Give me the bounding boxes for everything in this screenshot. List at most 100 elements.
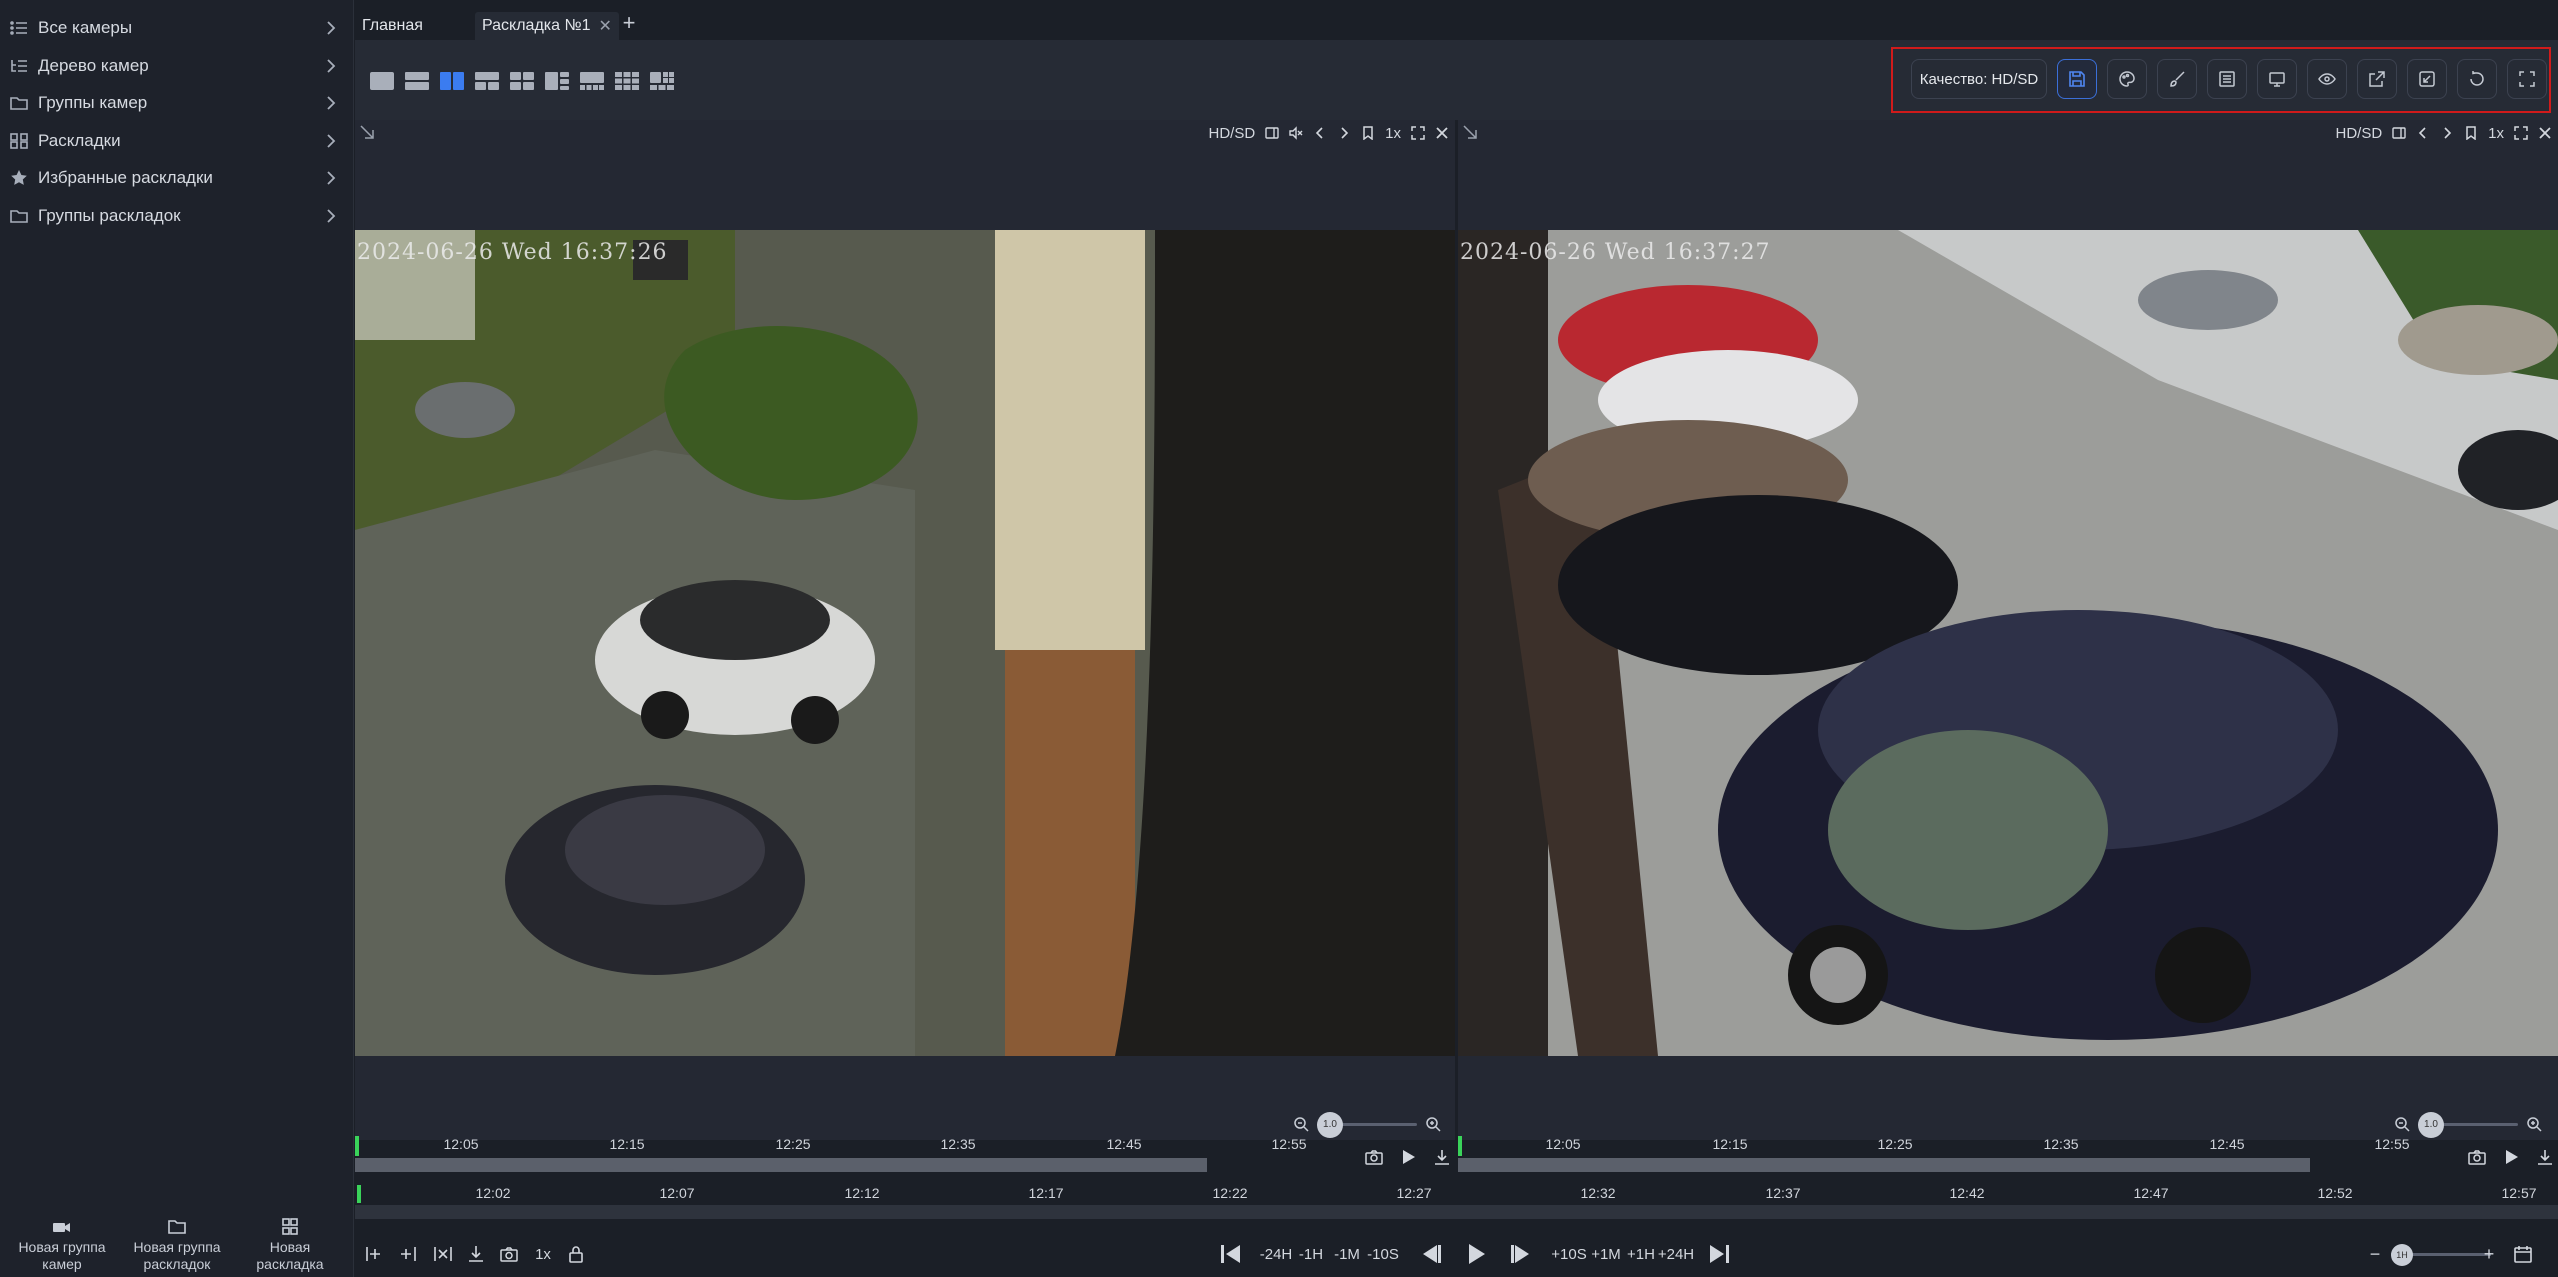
global-timeline-bar[interactable] [355,1205,2558,1219]
lock-button[interactable] [565,1242,587,1266]
chevron-left-icon[interactable] [2416,126,2430,140]
layout-2x2-icon[interactable] [509,70,535,92]
global-timeline[interactable]: 12:02 12:07 12:12 12:17 12:22 12:27 12:3… [355,1183,2558,1225]
layout-1-4-icon[interactable] [579,70,605,92]
skip-to-start-button[interactable] [1217,1239,1245,1269]
refresh-button[interactable] [2457,59,2497,99]
palette-button[interactable] [2107,59,2147,99]
new-layout-group-button[interactable]: Новая группа раскладок [122,1217,232,1277]
sidebar-item-favorite-layouts[interactable]: Избранные раскладки [0,160,354,196]
tab-home[interactable]: Главная [355,12,430,40]
download-icon[interactable] [2536,1148,2554,1166]
quality-toggle[interactable]: HD/SD [2335,125,2382,142]
fullscreen-button[interactable] [2507,59,2547,99]
expand-icon[interactable] [1411,126,1425,140]
camera-2-timeline[interactable]: 12:05 12:15 12:25 12:35 12:45 12:55 [1458,1136,2558,1174]
camera-video-feed[interactable]: 2024-06-26 Wed 16:37:27 [1458,230,2558,1056]
zoom-slider[interactable]: 1.0 [1317,1111,1417,1138]
zoom-slider[interactable]: 1.0 [2418,1111,2518,1138]
mute-icon[interactable] [1289,126,1303,140]
quality-button[interactable]: Качество: HD/SD [1911,59,2047,99]
chevron-right-icon[interactable] [2440,126,2454,140]
tab-layout-1[interactable]: Раскладка №1 ✕ [475,12,619,40]
quality-toggle[interactable]: HD/SD [1208,125,1255,142]
expand-icon[interactable] [2514,126,2528,140]
export-button[interactable] [2357,59,2397,99]
calendar-button[interactable] [2511,1242,2535,1266]
aspect-ratio-icon[interactable] [2392,126,2406,140]
zoom-out-icon[interactable] [1293,1116,1309,1132]
download-range-button[interactable] [465,1242,487,1266]
jump-back-1m-button[interactable]: -1M [1334,1242,1360,1266]
play-icon[interactable] [1399,1148,1417,1166]
speed-label[interactable]: 1x [1385,125,1401,142]
timeline-zoom-in-button[interactable]: + [2481,1242,2497,1266]
timeline-recording-bar[interactable] [355,1158,1207,1172]
layout-1-2-icon[interactable] [474,70,500,92]
bookmark-icon[interactable] [2464,126,2478,140]
jump-forward-1m-button[interactable]: +1M [1591,1242,1621,1266]
timeline-zoom-knob[interactable]: 1H [2391,1244,2413,1266]
zoom-out-icon[interactable] [2394,1116,2410,1132]
jump-forward-1h-button[interactable]: +1H [1627,1242,1655,1266]
zoom-in-icon[interactable] [1425,1116,1441,1132]
close-icon[interactable]: ✕ [599,16,612,36]
global-timeline-cursor[interactable] [357,1185,361,1203]
layout-2x1-icon[interactable] [439,70,465,92]
list-view-button[interactable] [2207,59,2247,99]
layout-1x2-icon[interactable] [404,70,430,92]
visibility-button[interactable] [2307,59,2347,99]
camera-1-timeline[interactable]: 12:05 12:15 12:25 12:35 12:45 12:55 [355,1136,1455,1174]
play-button[interactable] [1462,1239,1490,1269]
aspect-ratio-icon[interactable] [1265,126,1279,140]
zoom-slider-knob[interactable]: 1.0 [1317,1111,1343,1138]
jump-back-1h-button[interactable]: -1H [1299,1242,1323,1266]
zoom-slider-knob[interactable]: 1.0 [2418,1111,2444,1138]
sidebar-item-camera-groups[interactable]: Группы камер [0,85,354,121]
add-tab-button[interactable]: + [617,12,641,36]
camera-snapshot-icon[interactable] [1365,1148,1383,1166]
camera-snapshot-icon[interactable] [2468,1148,2486,1166]
camera-tile-2[interactable]: HD/SD 1x 2024-06-26 Wed 16:37:27 1.0 [1458,120,2558,1140]
monitor-button[interactable] [2257,59,2297,99]
layout-3x3-icon[interactable] [614,70,640,92]
timeline-zoom-out-button[interactable]: − [2367,1242,2383,1266]
close-icon[interactable] [1435,126,1449,140]
chevron-right-icon[interactable] [1337,126,1351,140]
drag-handle-icon[interactable] [1462,124,1478,140]
jump-forward-10s-button[interactable]: +10S [1551,1242,1586,1266]
save-button[interactable] [2057,59,2097,99]
speed-button[interactable]: 1x [533,1242,553,1266]
snapshot-button[interactable] [498,1242,520,1266]
chevron-left-icon[interactable] [1313,126,1327,140]
sidebar-item-layouts[interactable]: Раскладки [0,123,354,159]
drag-handle-icon[interactable] [359,124,375,140]
layout-1-3-icon[interactable] [544,70,570,92]
play-icon[interactable] [2502,1148,2520,1166]
download-icon[interactable] [1433,1148,1451,1166]
sidebar-item-all-cameras[interactable]: Все камеры [0,10,354,46]
close-icon[interactable] [2538,126,2552,140]
sidebar-item-layout-groups[interactable]: Группы раскладок [0,198,354,234]
camera-video-feed[interactable]: 2024-06-26 Wed 16:37:26 [355,230,1455,1056]
clear-markers-button[interactable] [431,1242,455,1266]
jump-back-10s-button[interactable]: -10S [1367,1242,1399,1266]
new-layout-button[interactable]: Новая раскладка [235,1217,345,1277]
bookmark-icon[interactable] [1361,126,1375,140]
zoom-in-icon[interactable] [2526,1116,2542,1132]
brush-button[interactable] [2157,59,2197,99]
sidebar-item-camera-tree[interactable]: Дерево камер [0,48,354,84]
layout-1x1-icon[interactable] [369,70,395,92]
step-forward-button[interactable] [1507,1239,1535,1269]
camera-tile-1[interactable]: HD/SD 1x 2024-06-26 Wed 16:37:26 1.0 [355,120,1455,1140]
add-start-marker-button[interactable] [363,1242,385,1266]
skip-to-end-button[interactable] [1705,1239,1733,1269]
add-end-marker-button[interactable] [397,1242,419,1266]
speed-label[interactable]: 1x [2488,125,2504,142]
jump-back-24h-button[interactable]: -24H [1260,1242,1293,1266]
resize-button[interactable] [2407,59,2447,99]
timeline-recording-bar[interactable] [1458,1158,2310,1172]
new-camera-group-button[interactable]: Новая группа камер [7,1217,117,1277]
jump-forward-24h-button[interactable]: +24H [1658,1242,1694,1266]
step-back-button[interactable] [1417,1239,1445,1269]
